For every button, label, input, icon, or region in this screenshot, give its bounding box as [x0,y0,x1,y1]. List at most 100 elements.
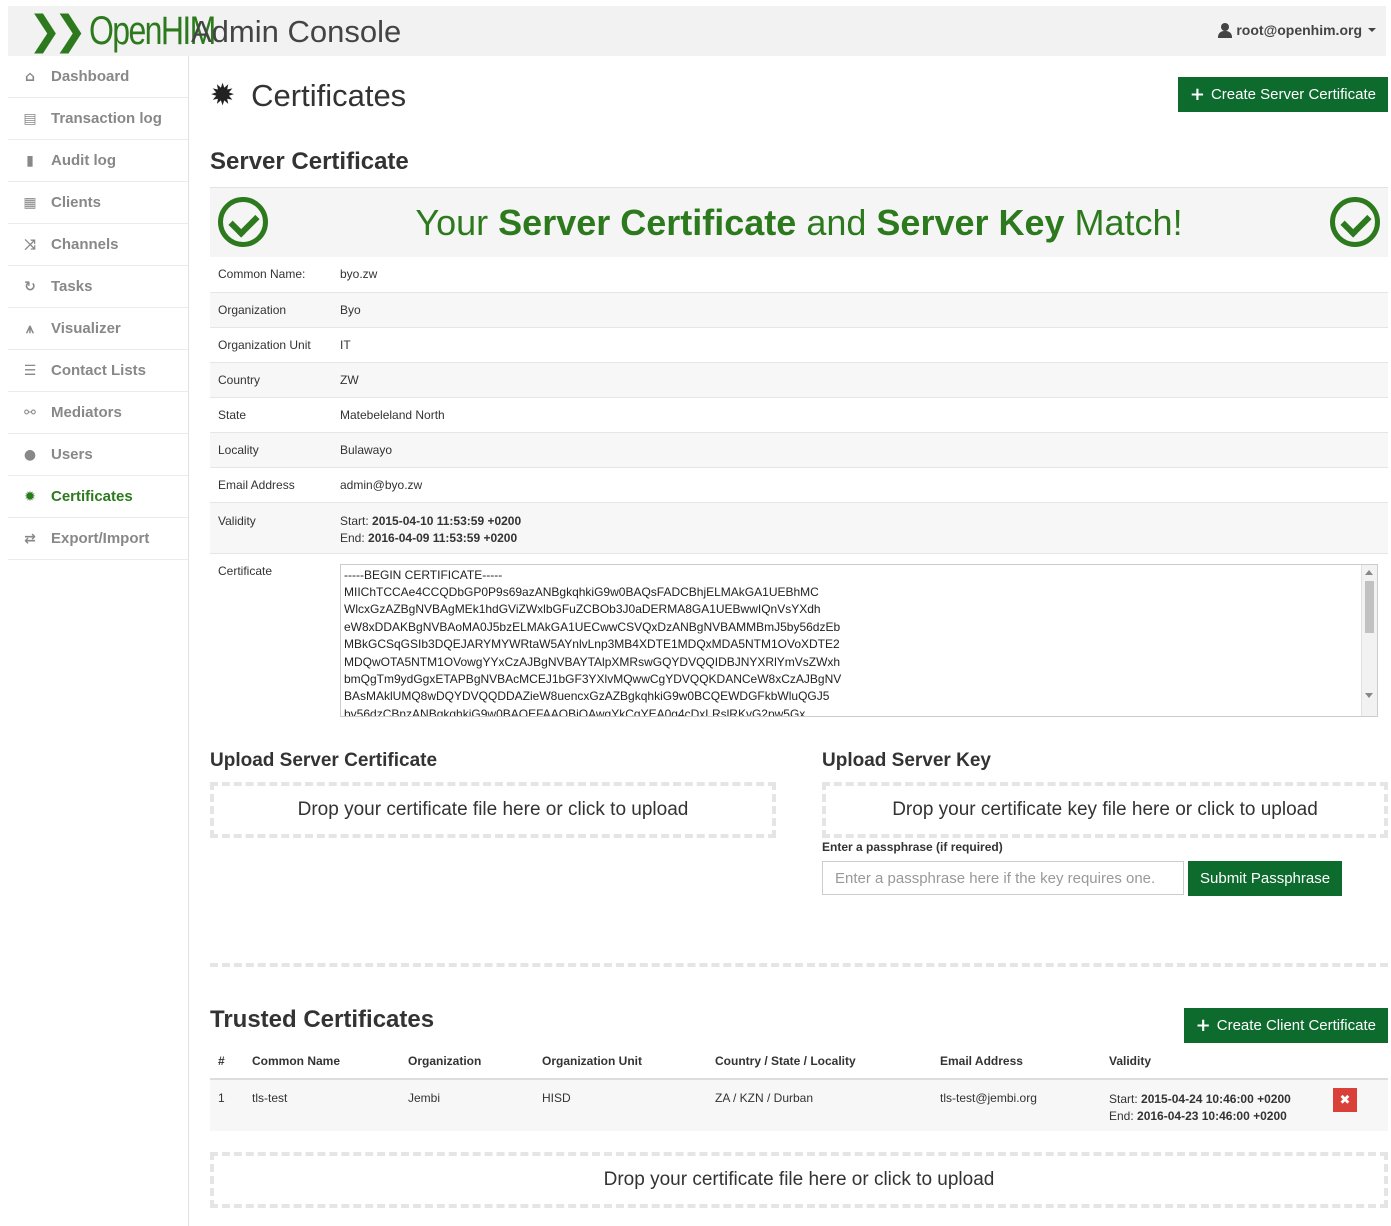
check-circle-icon [1330,197,1380,247]
detail-value: IT [332,327,1388,363]
sidebar-item-label: Mediators [51,404,122,421]
sidebar-item-label: Transaction log [51,110,162,127]
detail-row: Certificate -----BEGIN CERTIFICATE----- … [210,553,1388,717]
close-icon: ✖ [1339,1092,1351,1108]
detail-value: Matebeleland North [332,397,1388,433]
tasks-icon: ☰ [23,362,37,379]
row-common-name: tls-test [244,1079,400,1131]
sidebar-item-tasks[interactable]: ↻ Tasks [8,266,188,308]
certificate-textarea[interactable]: -----BEGIN CERTIFICATE----- MIIChTCCAe4C… [340,563,1378,717]
sidebar-item-dashboard[interactable]: ⌂ Dashboard [8,56,188,98]
page-title-wrap: ✹ Certificates [210,78,406,114]
detail-row: Validity Start: 2015-04-10 11:53:59 +020… [210,502,1388,554]
detail-label: Country [210,362,332,398]
end-label: End: [340,530,365,545]
random-icon: ⤨ [24,236,36,253]
detail-row: Organization Unit IT [210,327,1388,363]
user-menu[interactable]: root@openhim.org [1218,22,1376,38]
passphrase-input[interactable] [822,861,1184,895]
create-client-certificate-button[interactable]: + Create Client Certificate [1183,1008,1388,1043]
user-icon: ● [23,446,37,463]
detail-row: Email Address admin@byo.zw [210,467,1388,503]
start-label: Start: [1109,1092,1138,1106]
sidebar-item-contact-lists[interactable]: ☰ Contact Lists [8,350,188,392]
detail-label: Certificate [218,563,273,578]
match-text-part: Match! [1064,202,1183,243]
detail-value: admin@byo.zw [332,467,1388,503]
column-header: Organization [400,1043,534,1080]
scroll-down-icon[interactable] [1365,692,1373,698]
key-dropzone[interactable]: Drop your certificate key file here or c… [822,782,1388,838]
trusted-certificates-table: # Common Name Organization Organization … [210,1043,1388,1131]
certificate-icon: ✹ [210,78,236,113]
sidebar-item-export-import[interactable]: ⇄ Export/Import [8,518,188,560]
detail-value: byo.zw [332,257,1388,293]
sidebar-item-label: Export/Import [51,530,150,547]
column-header: Country / State / Locality [707,1043,932,1080]
sidebar-item-channels[interactable]: ⤨ Channels [8,224,188,266]
plus-icon: + [1195,1015,1211,1036]
actions-header [1325,1043,1388,1080]
row-organization: Jembi [400,1079,534,1131]
sidebar-item-label: Audit log [51,152,116,169]
delete-certificate-button[interactable]: ✖ [1333,1088,1357,1112]
scrollbar[interactable] [1361,564,1377,716]
sidebar-item-label: Channels [51,236,119,253]
detail-label: Locality [210,432,332,468]
row-location: ZA / KZN / Durban [707,1079,932,1131]
detail-value: Byo [332,292,1388,328]
match-message: Your Server Certificate and Server Key M… [210,202,1388,244]
match-text-bold: Server Certificate [498,202,797,243]
column-header: # [210,1043,244,1080]
sidebar-item-label: Tasks [51,278,93,295]
detail-value: Bulawayo [332,432,1388,468]
scroll-thumb[interactable] [1365,580,1374,633]
trusted-certificate-dropzone[interactable]: Drop your certificate file here or click… [210,1152,1388,1208]
sidebar-item-label: Contact Lists [51,362,147,379]
detail-row: State Matebeleland North [210,397,1388,433]
button-label: Create Client Certificate [1216,1017,1376,1034]
sidebar-item-visualizer[interactable]: ⩚ Visualizer [8,308,188,350]
refresh-icon: ↻ [24,278,36,295]
trusted-certificates-heading: Trusted Certificates [210,1006,435,1033]
home-icon: ⌂ [24,68,36,85]
row-number: 1 [210,1079,244,1131]
certificate-cell: -----BEGIN CERTIFICATE----- MIIChTCCAe4C… [332,553,1388,717]
detail-row: Locality Bulawayo [210,432,1388,468]
detail-label: Common Name: [210,257,332,293]
detail-label: Email Address [210,467,332,503]
user-icon [1218,22,1233,38]
detail-row: Country ZW [210,362,1388,398]
link-icon: ⚯ [24,404,36,421]
scroll-up-icon[interactable] [1365,569,1373,575]
detail-label: Validity [210,502,332,554]
column-header: Email Address [932,1043,1101,1080]
book-icon: ▮ [26,152,34,169]
sidebar-item-audit-log[interactable]: ▮ Audit log [8,140,188,182]
sidebar-item-mediators[interactable]: ⚯ Mediators [8,392,188,434]
start-label: Start: [340,513,369,528]
submit-passphrase-button[interactable]: Submit Passphrase [1188,861,1343,896]
chevron-logo-icon: ❯❯ [28,8,87,54]
caret-down-icon [1368,28,1376,32]
sidebar-item-certificates[interactable]: ✹ Certificates [8,476,188,518]
sidebar-item-users[interactable]: ● Users [8,434,188,476]
detail-label: State [210,397,332,433]
grid-icon: ▦ [23,194,37,211]
sidebar-item-clients[interactable]: ▦ Clients [8,182,188,224]
create-server-certificate-button[interactable]: + Create Server Certificate [1177,77,1388,112]
section-divider [210,963,1388,967]
column-header: Organization Unit [534,1043,707,1080]
detail-row: Common Name: byo.zw [210,257,1388,293]
server-certificate-details: Common Name: byo.zw Organization Byo Org… [210,257,1388,717]
certificate-icon: ✹ [24,488,36,505]
main-content: ✹ Certificates + Create Server Certifica… [210,56,1388,1208]
sidebar-item-transaction-log[interactable]: ▤ Transaction log [8,98,188,140]
detail-label: Organization Unit [210,327,332,363]
certificate-dropzone[interactable]: Drop your certificate file here or click… [210,782,776,838]
upload-server-certificate-heading: Upload Server Certificate [210,750,438,771]
start-date: 2015-04-24 10:46:00 +0200 [1141,1092,1291,1106]
table-header-row: # Common Name Organization Organization … [210,1043,1388,1080]
page-title: Certificates [251,78,407,113]
validity-end: End: 2016-04-09 11:53:59 +0200 [340,530,1380,547]
